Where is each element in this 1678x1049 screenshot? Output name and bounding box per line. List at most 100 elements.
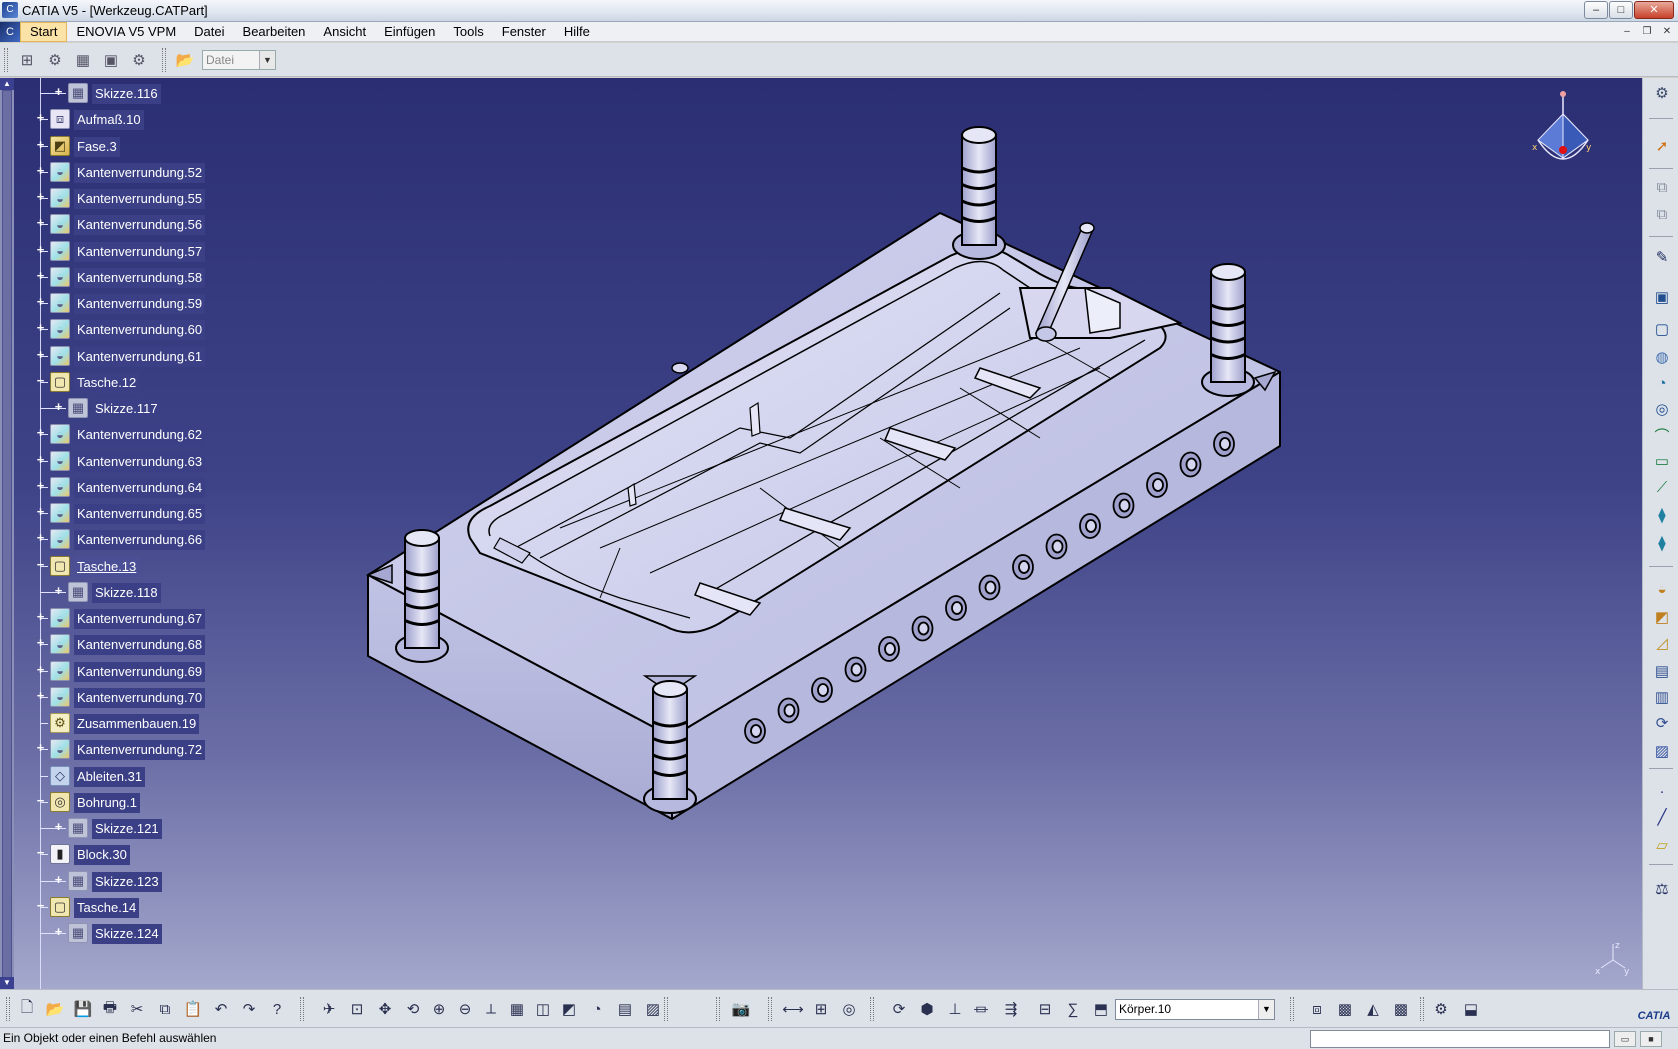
doc-minimize-button[interactable]: – — [1618, 24, 1636, 39]
toolbar-grip[interactable] — [1420, 997, 1424, 1021]
measure-icon[interactable]: ⚖ — [1651, 878, 1673, 900]
collapse-icon[interactable]: − — [35, 899, 46, 912]
expand-icon[interactable]: + — [35, 636, 46, 649]
tree-node-label[interactable]: Kantenverrundung.55 — [74, 189, 206, 209]
menu-item-datei[interactable]: Datei — [185, 22, 233, 42]
expand-icon[interactable]: + — [35, 190, 46, 203]
thickness-icon[interactable]: ▥ — [1651, 686, 1673, 708]
settings-gear-icon[interactable]: ⚙ — [1651, 82, 1673, 104]
zoom-out-icon[interactable]: ⊖ — [454, 998, 476, 1020]
menu-item-hilfe[interactable]: Hilfe — [555, 22, 599, 42]
tree-node[interactable]: + ◒ Kantenverrundung.68 — [0, 631, 260, 657]
shaft-icon[interactable]: ◍ — [1651, 346, 1673, 368]
scroll-thumb[interactable] — [2, 90, 12, 978]
tree-node[interactable]: − ◎ Bohrung.1 — [0, 789, 260, 815]
scroll-up-icon[interactable]: ▲ — [0, 78, 14, 90]
toolbar-grip[interactable] — [300, 997, 304, 1021]
tree-node-label[interactable]: Kantenverrundung.65 — [74, 504, 206, 524]
collapse-icon[interactable]: − — [35, 846, 46, 859]
guide-pillar[interactable] — [952, 126, 1006, 260]
tree-node-label[interactable]: Kantenverrundung.69 — [74, 661, 206, 682]
expand-icon[interactable]: + — [35, 164, 46, 177]
analysis-icon[interactable]: ⧈ — [1306, 998, 1328, 1020]
menu-item-start[interactable]: Start — [20, 22, 68, 42]
tree-node[interactable]: ◇ Ableiten.31 — [0, 763, 260, 789]
tree-node-label[interactable]: Aufmaß.10 — [74, 110, 144, 131]
tree-node-label[interactable]: Skizze.124 — [92, 924, 162, 944]
sketcher-icon[interactable]: ✎ — [1651, 246, 1673, 268]
menu-item-bearbeiten[interactable]: Bearbeiten — [234, 22, 315, 42]
dimension-icon[interactable]: ⏛ — [970, 998, 992, 1020]
thread-icon[interactable]: ⟳ — [1651, 712, 1673, 734]
tools-palette-icon[interactable]: ⬢ — [916, 998, 938, 1020]
expand-icon[interactable]: + — [53, 400, 64, 413]
fit-all-icon[interactable]: ⊡ — [346, 998, 368, 1020]
tree-node[interactable]: + ◒ Kantenverrundung.63 — [0, 448, 260, 474]
file-combo[interactable]: Datei ▼ — [202, 50, 276, 70]
multi-view-icon[interactable]: ▦ — [506, 998, 528, 1020]
tree-node-label[interactable]: Kantenverrundung.57 — [74, 241, 206, 262]
swap-space-icon[interactable]: ▤ — [614, 998, 636, 1020]
insert-body-icon[interactable]: ⊞ — [16, 49, 38, 71]
tree-node[interactable]: + ⧈ Aufmaß.10 — [0, 106, 260, 132]
menu-item-fenster[interactable]: Fenster — [493, 22, 555, 42]
pan-icon[interactable]: ✥ — [374, 998, 396, 1020]
iso-view-icon[interactable]: ◫ — [532, 998, 554, 1020]
menu-item-ansicht[interactable]: Ansicht — [314, 22, 375, 42]
minimize-button[interactable]: – — [1584, 1, 1608, 19]
toolbar-grip[interactable] — [716, 997, 720, 1021]
toolbar-grip[interactable] — [664, 997, 668, 1021]
collapse-icon[interactable]: − — [35, 794, 46, 807]
tree-node-label[interactable]: Ableiten.31 — [74, 766, 146, 787]
print-icon[interactable]: 🖶 — [99, 998, 121, 1020]
tree-node[interactable]: + ◒ Kantenverrundung.61 — [0, 343, 260, 369]
tree-node[interactable]: + ◒ Kantenverrundung.52 — [0, 159, 260, 185]
expand-icon[interactable]: + — [35, 138, 46, 151]
formula-icon[interactable]: ∑ — [1062, 998, 1084, 1020]
new-icon[interactable]: 🗋 — [16, 998, 38, 1020]
stop-button[interactable]: ■ — [1640, 1031, 1662, 1047]
geometry-set-icon[interactable]: ▣ — [100, 49, 122, 71]
expand-icon[interactable]: + — [35, 689, 46, 702]
power-input-button[interactable]: ▭ — [1614, 1031, 1636, 1047]
surface-icon[interactable]: ▩ — [1390, 998, 1412, 1020]
doc-restore-button[interactable]: ❐ — [1638, 24, 1656, 39]
expand-icon[interactable]: + — [35, 243, 46, 256]
open-folder-icon[interactable]: 📂 — [174, 49, 196, 71]
tree-node-label[interactable]: Skizze.123 — [92, 871, 162, 892]
groove-icon[interactable]: ◔ — [1651, 372, 1673, 394]
measure-between-icon[interactable]: ⟷ — [782, 998, 804, 1020]
tree-node[interactable]: − ▢ Tasche.13 — [0, 553, 260, 579]
tree-node[interactable]: + ◒ Kantenverrundung.65 — [0, 500, 260, 526]
tree-node[interactable]: + ▦ Skizze.121 — [0, 815, 260, 841]
fly-mode-icon[interactable]: ✈ — [318, 998, 340, 1020]
toolbar-grip[interactable] — [162, 48, 166, 72]
tree-node-label[interactable]: Fase.3 — [74, 136, 120, 157]
draft-icon[interactable]: ◿ — [1651, 632, 1673, 654]
command-input[interactable] — [1310, 1030, 1610, 1048]
hybrid-body-icon[interactable]: ⚙ — [44, 49, 66, 71]
expand-icon[interactable]: + — [53, 820, 64, 833]
stiffener-icon[interactable]: ⟋ — [1651, 476, 1673, 498]
expand-icon[interactable]: + — [35, 269, 46, 282]
tree-node-label[interactable]: Skizze.118 — [92, 582, 161, 603]
fillet-icon[interactable]: ◒ — [1651, 578, 1673, 600]
tree-node-label[interactable]: Kantenverrundung.58 — [74, 267, 206, 288]
expand-icon[interactable]: + — [35, 111, 46, 124]
tree-node[interactable]: + ◒ Kantenverrundung.56 — [0, 211, 260, 237]
zoom-in-icon[interactable]: ⊕ — [428, 998, 450, 1020]
expand-icon[interactable]: + — [35, 531, 46, 544]
shell-icon[interactable]: ▤ — [1651, 660, 1673, 682]
paste-special-icon[interactable]: ⧉ — [1651, 203, 1673, 225]
tree-node-label[interactable]: Kantenverrundung.63 — [74, 451, 206, 472]
catia-app-icon[interactable]: C — [2, 2, 18, 18]
expand-icon[interactable]: + — [35, 426, 46, 439]
tree-node[interactable]: + ◒ Kantenverrundung.64 — [0, 474, 260, 500]
tree-scrollbar[interactable]: ▲ ▼ — [0, 78, 14, 989]
measure-item-icon[interactable]: ⊞ — [810, 998, 832, 1020]
tree-node-label[interactable]: Kantenverrundung.59 — [74, 294, 206, 314]
tree-node[interactable]: + ◩ Fase.3 — [0, 133, 260, 159]
expand-icon[interactable]: + — [35, 295, 46, 308]
tree-node[interactable]: + ▦ Skizze.117 — [0, 395, 260, 421]
expand-icon[interactable]: + — [35, 505, 46, 518]
